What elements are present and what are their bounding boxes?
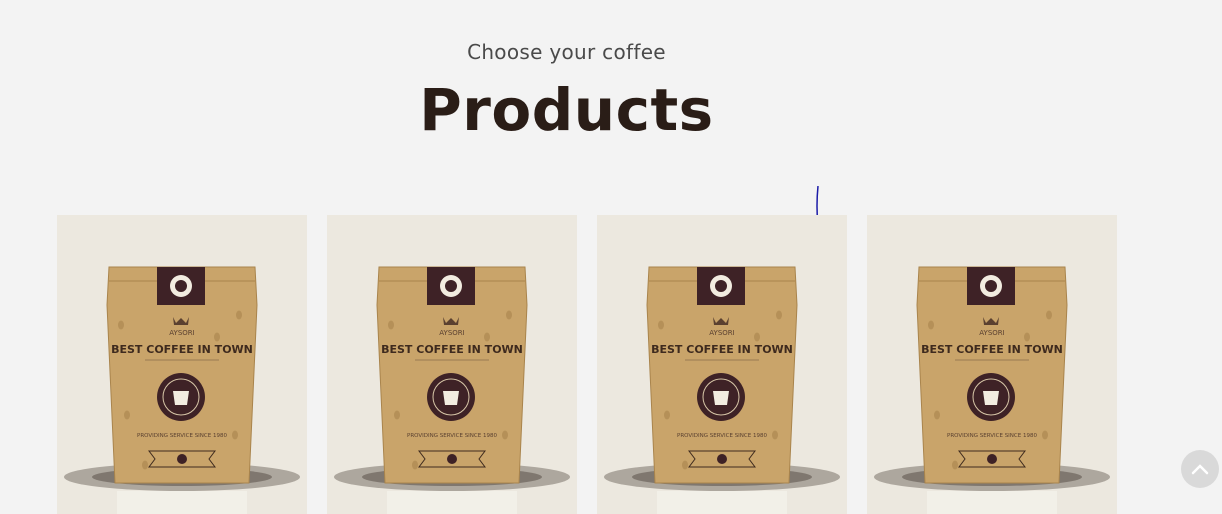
coffee-bag-image: AYSORI BEST COFFEE IN TOWN PROVIDING SERVI…	[334, 266, 570, 514]
bag-brand-text: AYSORI	[439, 329, 464, 337]
bag-brand-text: AYSORI	[169, 329, 194, 337]
product-card[interactable]: AYSORI BEST COFFEE IN TOWN PROVIDING SERVI…	[327, 215, 577, 514]
section-title: Products	[419, 76, 714, 144]
bag-footer-text: PROVIDING SERVICE SINCE 1980	[677, 433, 767, 439]
products-section: Choose your coffee Products AYSORI BEST C…	[0, 0, 1222, 514]
bag-footer-text: PROVIDING SERVICE SINCE 1980	[947, 433, 1037, 439]
product-grid: AYSORI BEST COFFEE IN TOWN PROVIDING SERVI…	[57, 215, 1117, 514]
bag-tagline-text: BEST COFFEE IN TOWN	[921, 343, 1063, 356]
section-subtitle: Choose your coffee	[467, 40, 666, 64]
coffee-bag-image: AYSORI BEST COFFEE IN TOWN PROVIDING SERVI…	[874, 266, 1110, 514]
bag-brand-text: AYSORI	[979, 329, 1004, 337]
product-card[interactable]: AYSORI BEST COFFEE IN TOWN PROVIDING SERVI…	[57, 215, 307, 514]
cut-off-heading	[70, 0, 130, 4]
bag-tagline-text: BEST COFFEE IN TOWN	[651, 343, 793, 356]
bag-footer-text: PROVIDING SERVICE SINCE 1980	[407, 433, 497, 439]
bag-footer-text: PROVIDING SERVICE SINCE 1980	[137, 433, 227, 439]
bag-brand-text: AYSORI	[709, 329, 734, 337]
product-card[interactable]: AYSORI BEST COFFEE IN TOWN PROVIDING SERVI…	[597, 215, 847, 514]
coffee-bag-image: AYSORI BEST COFFEE IN TOWN PROVIDING SERVI…	[604, 266, 840, 514]
coffee-bag-image: AYSORI BEST COFFEE IN TOWN PROVIDING SERVI…	[64, 266, 300, 514]
scroll-to-top-button[interactable]	[1181, 450, 1219, 488]
chevron-up-icon	[1191, 464, 1209, 475]
bag-tagline-text: BEST COFFEE IN TOWN	[111, 343, 253, 356]
bag-tagline-text: BEST COFFEE IN TOWN	[381, 343, 523, 356]
product-card[interactable]: AYSORI BEST COFFEE IN TOWN PROVIDING SERVI…	[867, 215, 1117, 514]
